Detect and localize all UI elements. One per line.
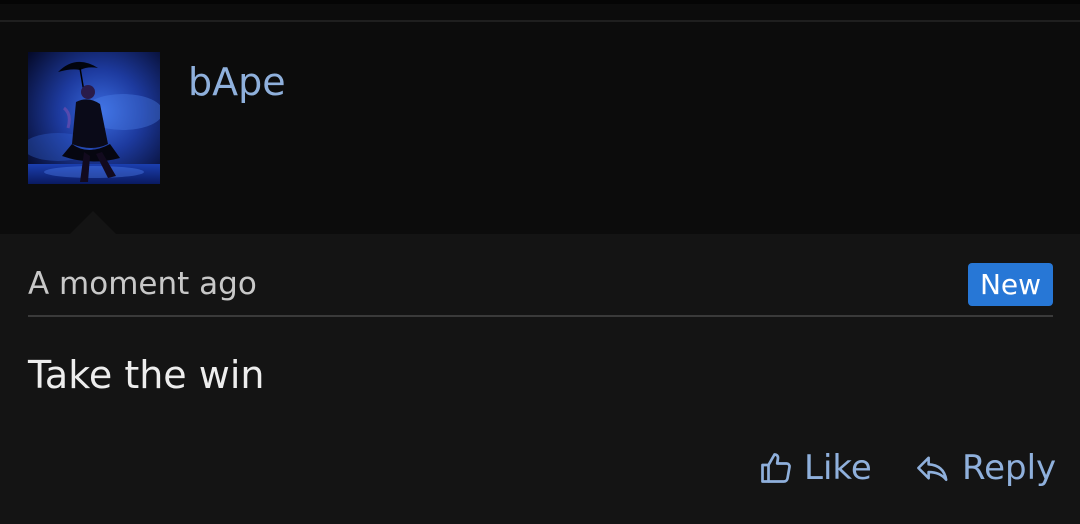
- post-message: Take the win: [28, 353, 265, 397]
- like-button[interactable]: Like: [758, 444, 872, 492]
- reply-icon: [917, 456, 948, 482]
- post-header: [0, 22, 1080, 234]
- like-label: Like: [804, 448, 872, 488]
- top-strip: [0, 0, 1080, 4]
- thumbs-up-icon: [761, 453, 791, 483]
- new-badge: New: [968, 263, 1053, 306]
- reply-button[interactable]: Reply: [914, 444, 1056, 492]
- meta-divider: [28, 315, 1053, 317]
- avatar[interactable]: [28, 52, 160, 184]
- post-timestamp[interactable]: A moment ago: [28, 264, 257, 304]
- username[interactable]: bApe: [188, 56, 286, 108]
- avatar-image: [28, 52, 160, 184]
- pointer-caret: [70, 211, 116, 234]
- reply-label: Reply: [962, 448, 1057, 488]
